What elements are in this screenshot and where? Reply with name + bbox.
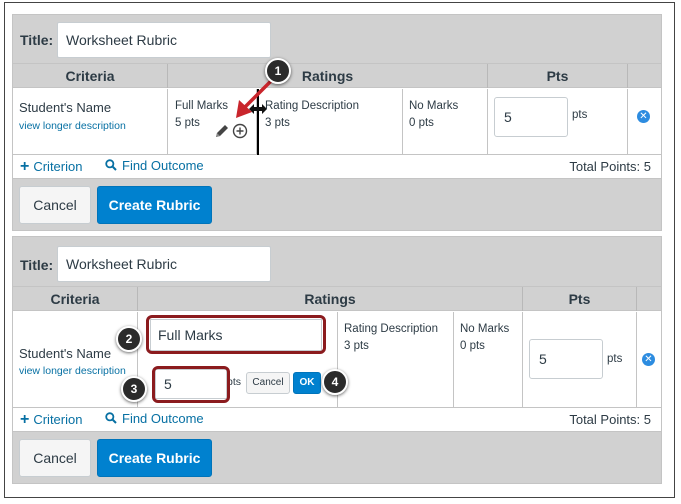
points-input[interactable]: 5 [529,339,603,379]
rubric-table: Criteria Ratings Pts Student's Name view… [12,64,662,155]
rating-cell-rating-description[interactable]: Rating Description 3 pts [338,312,454,407]
rubric-panel-editing: Title: Worksheet Rubric Criteria Ratings… [12,236,662,488]
remove-icon[interactable]: ✕ [642,353,655,366]
title-input[interactable]: Worksheet Rubric [57,22,271,58]
callout-3: 3 [121,376,147,402]
rating-title: Full Marks [175,100,229,112]
rating-points: 5 pts [175,117,200,129]
points-unit: pts [572,109,588,121]
rubric-panel-initial: Title: Worksheet Rubric Criteria Ratings… [12,14,662,231]
header-pts: Pts [523,287,637,311]
callout-1: 1 [265,58,291,84]
title-input[interactable]: Worksheet Rubric [57,246,271,282]
remove-icon[interactable]: ✕ [637,110,650,123]
action-bar: Cancel Create Rubric [12,432,662,484]
points-cell: 5 pts [488,89,628,154]
add-criterion-link[interactable]: + Criterion [20,158,82,176]
points-unit: pts [607,353,623,365]
criterion-cell: Student's Name view longer description [13,312,138,407]
cancel-button[interactable]: Cancel [19,186,91,224]
find-outcome-label: Find Outcome [122,411,204,426]
header-actions [637,287,661,311]
highlight-rating-points [152,366,230,403]
add-criterion-label: Criterion [33,412,83,427]
rating-title: No Marks [409,100,459,112]
rating-title: No Marks [460,323,510,335]
header-ratings: Ratings [168,64,488,88]
add-criterion-label: Criterion [33,159,83,174]
title-label: Title: [20,257,54,273]
highlight-rating-title [146,315,326,354]
title-label: Title: [20,32,54,48]
create-rubric-button[interactable]: Create Rubric [97,186,212,224]
search-icon [105,159,117,171]
actions-cell: ✕ [628,89,661,154]
find-outcome-label: Find Outcome [122,158,204,173]
callout-4: 4 [322,369,348,395]
table-footer: + Criterion Find Outcome Total Points: 5 [12,155,662,179]
criterion-name: Student's Name [19,346,112,361]
points-cell: 5 pts [523,312,637,407]
total-points: Total Points: 5 [569,159,651,174]
view-description-link[interactable]: view longer description [19,365,126,377]
header-criteria: Criteria [13,287,138,311]
rating-points: 3 pts [344,340,369,352]
rating-points: 0 pts [409,117,434,129]
title-bar: Title: Worksheet Rubric [12,236,662,287]
header-criteria: Criteria [13,64,168,88]
plus-icon: + [20,158,30,175]
actions-cell: ✕ [637,312,661,407]
plus-icon: + [20,411,30,428]
title-bar: Title: Worksheet Rubric [12,14,662,64]
find-outcome-link[interactable]: Find Outcome [105,411,204,426]
header-actions [628,64,661,88]
header-ratings: Ratings [138,287,523,311]
rating-edit-cancel-button[interactable]: Cancel [246,372,290,394]
table-header: Criteria Ratings Pts [13,287,661,311]
search-icon [105,412,117,424]
find-outcome-link[interactable]: Find Outcome [105,158,204,173]
create-rubric-button[interactable]: Create Rubric [97,439,212,477]
table-footer: + Criterion Find Outcome Total Points: 5 [12,408,662,432]
header-pts: Pts [488,64,628,88]
points-input[interactable]: 5 [494,97,568,137]
total-points: Total Points: 5 [569,412,651,427]
pencil-icon[interactable] [214,123,230,139]
cancel-button[interactable]: Cancel [19,439,91,477]
criterion-cell: Student's Name view longer description [13,89,168,154]
callout-2: 2 [116,326,142,352]
table-header: Criteria Ratings Pts [13,64,661,88]
criterion-name: Student's Name [19,100,112,115]
rating-edit-ok-button[interactable]: OK [293,372,321,394]
action-bar: Cancel Create Rubric [12,179,662,231]
rating-cell-no-marks[interactable]: No Marks 0 pts [454,312,523,407]
rating-cell-no-marks[interactable]: No Marks 0 pts [403,89,488,154]
criterion-row: Student's Name view longer description F… [13,89,661,155]
view-description-link[interactable]: view longer description [19,120,126,132]
rating-points: 0 pts [460,340,485,352]
rating-title: Rating Description [344,323,438,335]
add-criterion-link[interactable]: + Criterion [20,411,82,429]
